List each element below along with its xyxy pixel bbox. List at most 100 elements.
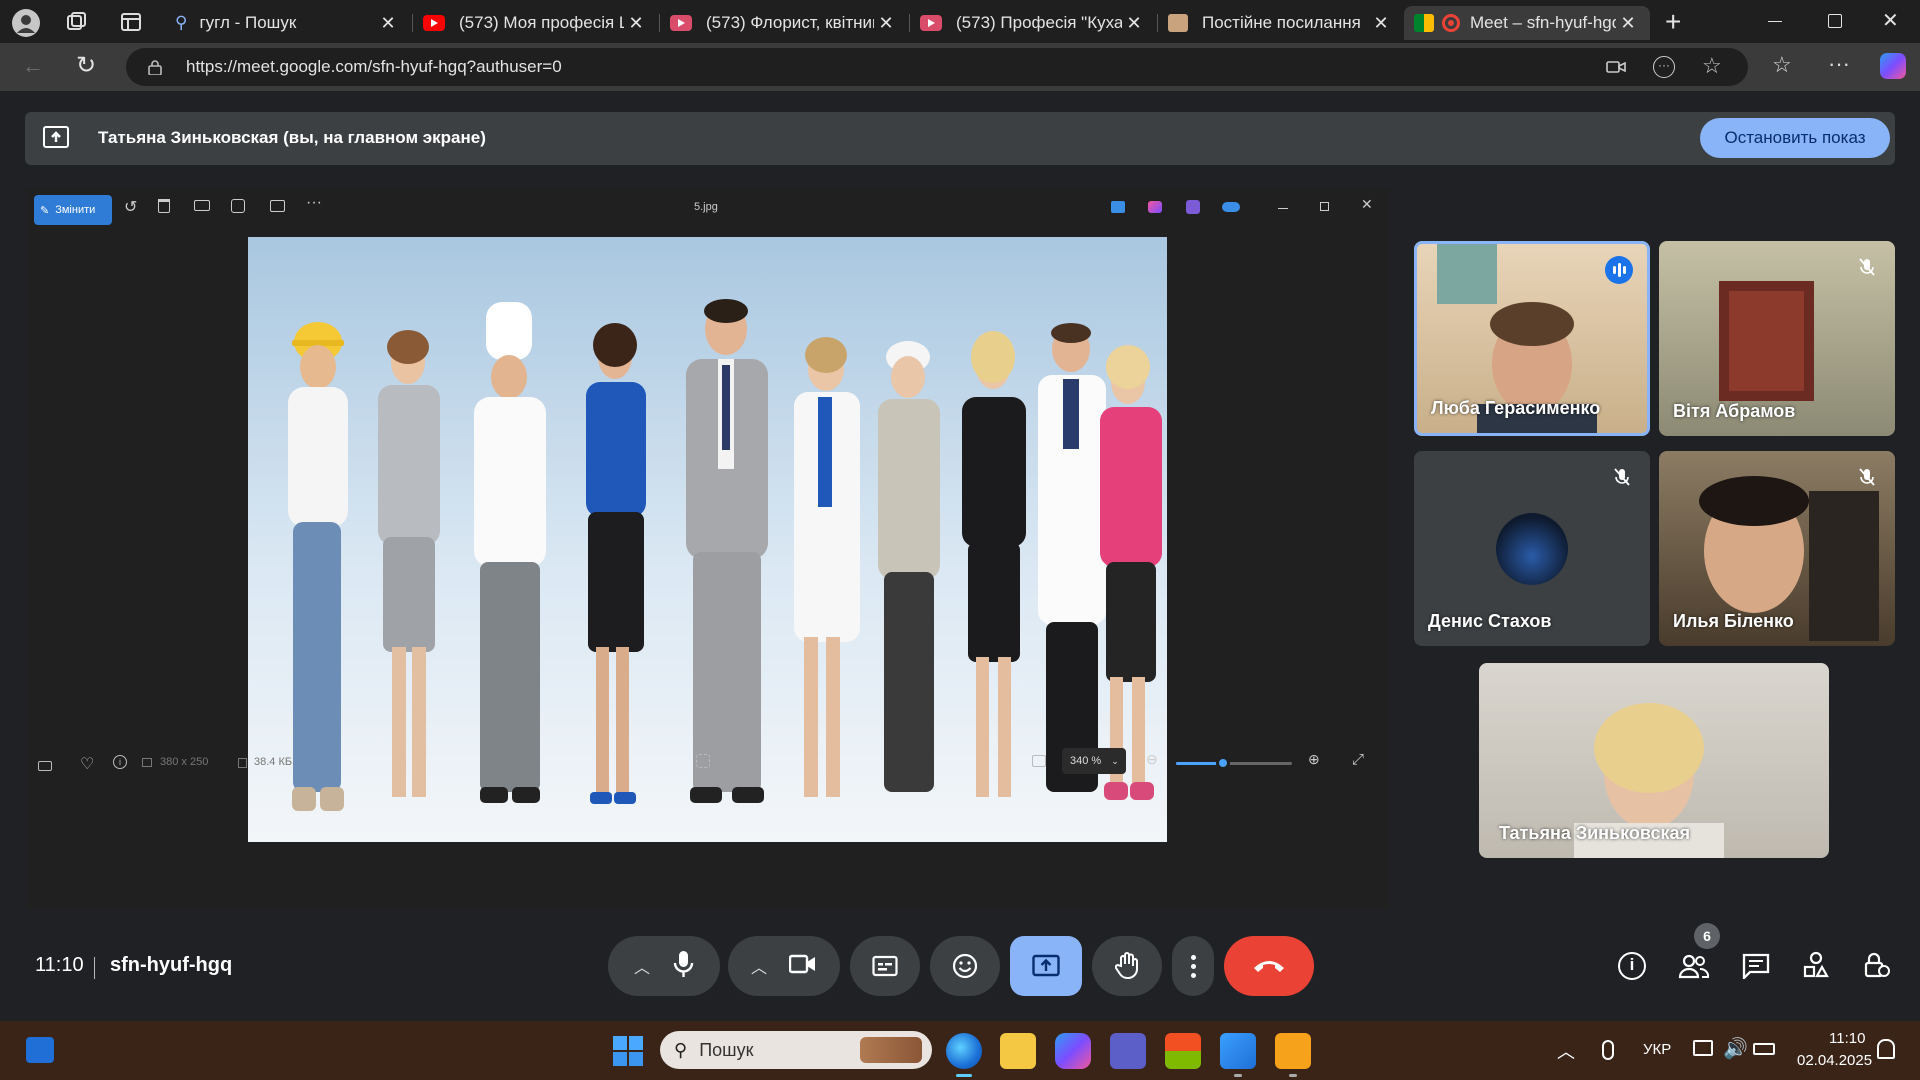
tab-search[interactable]: ⚲ гугл - Пошук ✕	[165, 6, 410, 40]
microphone-icon[interactable]	[672, 950, 694, 983]
fit-window-icon[interactable]	[1032, 755, 1046, 767]
tray-microphone-icon[interactable]	[1602, 1040, 1614, 1060]
leave-call-button[interactable]	[1224, 936, 1314, 996]
close-icon[interactable]: ✕	[1122, 13, 1146, 34]
rotate-icon[interactable]: ↺	[124, 197, 137, 217]
vertical-tabs-icon[interactable]	[120, 11, 142, 33]
back-icon[interactable]: ←	[22, 53, 44, 79]
video-options-chevron-icon[interactable]: ︿	[751, 954, 767, 978]
audio-options-chevron-icon[interactable]: ︿	[634, 954, 650, 978]
camera-icon[interactable]	[788, 953, 817, 980]
store-icon[interactable]	[1165, 1033, 1201, 1069]
clock-date[interactable]: 02.04.2025	[1797, 1052, 1872, 1069]
tab-meet[interactable]: Meet – sfn-hyuf-hgq ✕	[1404, 6, 1650, 40]
stop-presenting-button[interactable]: Остановить показ	[1700, 118, 1890, 158]
zoom-select[interactable]: 340 % ⌄	[1062, 748, 1126, 774]
network-icon[interactable]	[1693, 1040, 1713, 1056]
zoom-out-icon[interactable]: ⊖	[1146, 751, 1158, 768]
favorites-icon[interactable]: ☆	[1772, 52, 1792, 78]
slideshow-icon[interactable]	[270, 200, 285, 212]
designer-icon[interactable]	[1111, 201, 1125, 213]
participant-tile[interactable]: Денис Стахов	[1414, 451, 1650, 646]
widgets-icon[interactable]	[26, 1037, 54, 1063]
battery-icon[interactable]	[1753, 1043, 1775, 1055]
copilot-app-icon[interactable]	[1148, 201, 1162, 213]
tab-permalink[interactable]: Постійне посилання ✕	[1158, 6, 1403, 40]
participant-tile[interactable]: Вітя Абрамов	[1659, 241, 1895, 436]
profile-icon[interactable]	[12, 9, 40, 37]
new-tab-icon[interactable]: +	[1665, 6, 1681, 38]
more-tools-icon[interactable]: ···	[1653, 56, 1675, 78]
viewer-maximize-icon[interactable]	[1320, 202, 1329, 211]
filmstrip-icon[interactable]	[38, 761, 52, 771]
info-icon[interactable]: i	[113, 755, 127, 769]
filesize-icon	[238, 758, 247, 768]
more-menu-icon[interactable]: ···	[1828, 51, 1850, 77]
favorite-star-icon[interactable]: ☆	[1702, 53, 1722, 79]
viewer-minimize-icon[interactable]	[1278, 208, 1288, 209]
tab-title: Meet – sfn-hyuf-hgq	[1470, 13, 1616, 32]
professions-photo	[248, 237, 1167, 842]
print-icon[interactable]	[194, 200, 210, 211]
more-options-icon[interactable]: ···	[306, 194, 322, 212]
restore-icon[interactable]	[1828, 14, 1842, 28]
copilot-icon[interactable]	[1880, 53, 1906, 79]
tab-youtube-3[interactable]: (573) Професія "Кухар". - ✕	[910, 6, 1156, 40]
viewer-close-icon[interactable]: ✕	[1361, 196, 1373, 213]
close-icon[interactable]: ✕	[624, 13, 648, 34]
participant-tile[interactable]: Илья Біленко	[1659, 451, 1895, 646]
reload-icon[interactable]: ↻	[76, 51, 96, 80]
tab-youtube-1[interactable]: (573) Моя професія Шва ✕	[413, 6, 658, 40]
clipchamp-icon[interactable]	[1186, 200, 1200, 214]
close-window-icon[interactable]: ✕	[1882, 8, 1899, 33]
reactions-button[interactable]	[930, 936, 1000, 996]
recording-app-icon[interactable]	[1275, 1033, 1311, 1069]
tab-title: Постійне посилання	[1202, 13, 1361, 32]
clock-time[interactable]: 11:10	[1829, 1030, 1865, 1047]
chat-icon[interactable]	[1742, 953, 1770, 981]
notification-bell-icon[interactable]	[1877, 1039, 1895, 1059]
teams-icon[interactable]	[1110, 1033, 1146, 1069]
zoom-slider-thumb[interactable]	[1216, 756, 1230, 770]
close-icon[interactable]: ✕	[874, 13, 898, 34]
zoom-in-icon[interactable]: ⊕	[1308, 751, 1320, 768]
file-explorer-icon[interactable]	[1000, 1033, 1036, 1069]
more-options-button[interactable]	[1172, 936, 1214, 996]
volume-icon[interactable]: 🔊	[1723, 1036, 1748, 1061]
activities-icon[interactable]	[1802, 951, 1830, 979]
favorite-heart-icon[interactable]: ♡	[80, 754, 94, 774]
camera-status-icon[interactable]	[1606, 60, 1626, 74]
minimize-icon[interactable]	[1768, 21, 1782, 22]
photos-icon[interactable]	[1220, 1033, 1256, 1069]
fullscreen-icon[interactable]: ⤢	[1352, 751, 1364, 768]
url-field[interactable]: https://meet.google.com/sfn-hyuf-hgq?aut…	[126, 48, 1748, 86]
host-controls-icon[interactable]	[1862, 951, 1890, 979]
delete-icon[interactable]	[158, 199, 170, 213]
close-icon[interactable]: ✕	[1369, 13, 1393, 34]
captions-button[interactable]	[850, 936, 920, 996]
tab-youtube-2[interactable]: (573) Флорист, квітникар ✕	[660, 6, 908, 40]
start-icon[interactable]	[613, 1036, 643, 1066]
workspaces-icon[interactable]	[65, 11, 87, 33]
edge-icon[interactable]	[946, 1033, 982, 1069]
onedrive-icon[interactable]	[1222, 202, 1240, 212]
close-icon[interactable]: ✕	[376, 13, 400, 34]
zoom-slider[interactable]	[1176, 756, 1292, 770]
meeting-details-icon[interactable]: i	[1618, 952, 1646, 980]
visual-search-icon[interactable]	[696, 754, 710, 768]
close-icon[interactable]: ✕	[1616, 13, 1640, 34]
people-button[interactable]	[1678, 952, 1710, 980]
businessman-figure	[686, 299, 768, 803]
self-view-tile[interactable]: Татьяна Зиньковская	[1479, 663, 1829, 858]
chevron-up-icon[interactable]: ︿	[1557, 1038, 1575, 1064]
participant-tile[interactable]: Люба Герасименко	[1414, 241, 1650, 436]
chevron-down-icon: ⌄	[1111, 755, 1119, 766]
raise-hand-button[interactable]	[1092, 936, 1162, 996]
share-icon[interactable]	[231, 199, 245, 213]
taskbar-search-input[interactable]: ⚲ Пошук	[660, 1031, 932, 1069]
active-app-indicator	[956, 1074, 972, 1077]
edit-button[interactable]: ✎ Змінити	[34, 195, 112, 225]
present-screen-button[interactable]	[1010, 936, 1082, 996]
copilot-taskbar-icon[interactable]	[1055, 1033, 1091, 1069]
keyboard-language[interactable]: УКР	[1643, 1041, 1671, 1058]
